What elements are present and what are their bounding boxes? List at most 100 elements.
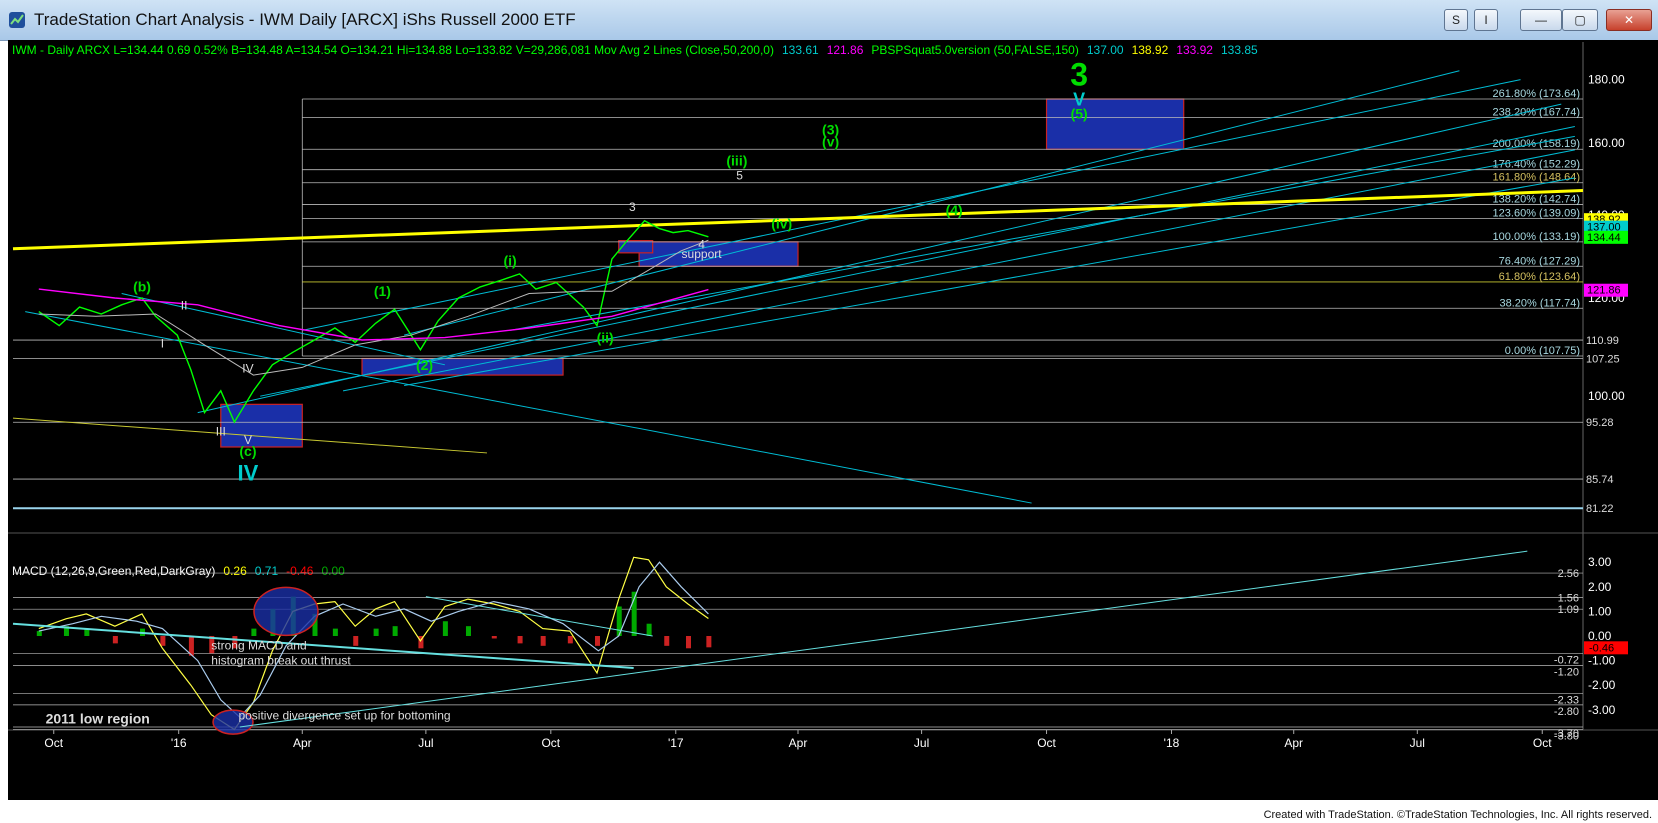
- header-legend-item-0: IWM - Daily ARCX L=134.44 0.69 0.52% B=1…: [12, 43, 774, 57]
- header-legend-item-3: PBSPSquat5.0version (50,FALSE,150): [871, 43, 1078, 57]
- macd-histogram-bar-24[interactable]: [594, 636, 600, 646]
- macd-histogram-bar-3[interactable]: [112, 636, 118, 644]
- price-marker-label-2: 134.44: [1587, 232, 1621, 244]
- close-button[interactable]: ✕: [1606, 9, 1652, 31]
- macd-histogram-bar-19[interactable]: [465, 626, 471, 636]
- style-menu-button[interactable]: S: [1444, 9, 1468, 31]
- wave-label-22: (2): [416, 357, 433, 373]
- price-y-tick-4: 180.00: [1588, 73, 1625, 87]
- zone-wave-3-zone: [618, 239, 654, 254]
- macd-y-tick-0: 3.00: [1588, 555, 1612, 569]
- macd-histogram-bar-20[interactable]: [491, 636, 497, 639]
- x-tick-label-7: Jul: [914, 736, 929, 750]
- macd-breakout-circle: [253, 586, 319, 637]
- macd-long-uptrend-line: [239, 550, 1528, 728]
- zone-wave-5-target: [1045, 98, 1185, 150]
- macd-legend-item-0: MACD (12,26,9,Green,Red,DarkGray): [12, 564, 215, 578]
- macd-histogram-bar-0[interactable]: [36, 631, 42, 636]
- macd-y-tick-4: -1.00: [1588, 654, 1616, 668]
- fib-level-label-2: 200.00% (158.19): [1493, 138, 1580, 150]
- macd-histogram-bar-15[interactable]: [373, 628, 379, 636]
- static-level-label-2: 95.28: [1586, 417, 1614, 429]
- x-tick-label-1: '16: [171, 736, 187, 750]
- price-marker-label-3: 121.86: [1587, 285, 1621, 297]
- minimize-button[interactable]: —: [1520, 9, 1562, 31]
- macd-annotation-3: positive divergence set up for bottoming: [238, 709, 450, 723]
- chart-area[interactable]: IWM - Daily ARCX L=134.44 0.69 0.52% B=1…: [8, 40, 1658, 800]
- long-trendline: [12, 189, 1584, 251]
- macd-annotation-0: strong MACD and: [211, 639, 306, 653]
- fib-level-label-5: 138.20% (142.74): [1493, 194, 1580, 206]
- price-y-tick-0: 100.00: [1588, 389, 1625, 403]
- macd-histogram-bar-22[interactable]: [540, 636, 546, 646]
- channel-line-6: [509, 135, 1575, 331]
- macd-histogram-bar-18[interactable]: [442, 621, 448, 636]
- wave-label-12: (i): [503, 252, 516, 268]
- macd-histogram-bar-5[interactable]: [160, 636, 166, 646]
- maximize-button[interactable]: ▢: [1562, 9, 1598, 31]
- wave-label-15: II: [181, 298, 188, 312]
- x-tick-label-12: Oct: [1533, 736, 1552, 750]
- macd-level-label-1: 1.56: [1558, 593, 1579, 605]
- zone-wave-2-zone: [361, 357, 564, 376]
- wave-label-14: (b): [133, 278, 151, 294]
- wave-label-18: III: [216, 424, 226, 438]
- macd-y-tick-3: 0.00: [1588, 629, 1612, 643]
- x-tick-label-0: Oct: [44, 736, 63, 750]
- macd-histogram-bar-27[interactable]: [646, 623, 652, 636]
- wave-label-16: I: [161, 336, 164, 350]
- macd-histogram-bar-13[interactable]: [332, 628, 338, 636]
- macd-level-label-2: 1.09: [1558, 604, 1579, 616]
- fib-level-label-7: 100.00% (133.19): [1493, 231, 1580, 243]
- wave-label-5: (iii): [726, 152, 747, 168]
- macd-annotation-1: histogram break out thrust: [211, 653, 351, 667]
- wave-label-6: 5: [736, 169, 743, 183]
- x-tick-label-8: Oct: [1037, 736, 1056, 750]
- zone-wave-iv-low-zone: [220, 403, 303, 448]
- x-tick-label-4: Oct: [541, 736, 560, 750]
- header-legend-item-1: 133.61: [782, 43, 819, 57]
- macd-histogram-bar-14[interactable]: [353, 636, 359, 646]
- channel-line-4: [342, 149, 1575, 392]
- macd-y-tick-2: 1.00: [1588, 604, 1612, 618]
- macd-histogram-bar-30[interactable]: [706, 636, 712, 648]
- macd-histogram-bar-9[interactable]: [251, 628, 257, 636]
- wave-label-2: (5): [1071, 105, 1088, 121]
- macd-level-label-0: 2.56: [1558, 568, 1579, 580]
- channel-line-2: [197, 103, 1562, 414]
- macd-current-marker-label: -0.46: [1589, 642, 1614, 654]
- iwm-daily-chart[interactable]: IWM - Daily ARCX L=134.44 0.69 0.52% B=1…: [8, 40, 1658, 800]
- fib-level-label-11: 0.00% (107.75): [1505, 345, 1580, 357]
- macd-annotation-2: 2011 low region: [46, 710, 150, 726]
- wave-label-7: 3: [629, 200, 636, 214]
- wave-label-4: (v): [822, 133, 839, 149]
- macd-histogram-bar-16[interactable]: [392, 626, 398, 636]
- x-tick-label-9: '18: [1164, 736, 1180, 750]
- header-legend-item-6: 133.92: [1176, 43, 1213, 57]
- macd-series-signal[interactable]: [38, 561, 709, 719]
- fib-level-label-6: 123.60% (139.09): [1493, 208, 1580, 220]
- macd-histogram-bar-28[interactable]: [664, 636, 670, 646]
- macd-legend-item-1: 0.26: [223, 564, 247, 578]
- macd-legend-item-2: 0.71: [255, 564, 279, 578]
- fib-level-label-4: 161.80% (148.64): [1493, 172, 1580, 184]
- price-series-iwm[interactable]: [38, 219, 709, 424]
- macd-level-label-8: -3.80: [1554, 730, 1579, 742]
- x-tick-label-6: Apr: [789, 736, 808, 750]
- macd-level-label-6: -2.80: [1554, 706, 1579, 718]
- x-tick-label-2: Apr: [293, 736, 312, 750]
- price-series-ma50[interactable]: [38, 239, 709, 376]
- fib-level-label-9: 61.80% (123.64): [1499, 271, 1580, 283]
- macd-legend-item-3: -0.46: [286, 564, 314, 578]
- fib-level-label-3: 176.40% (152.29): [1493, 159, 1580, 171]
- macd-histogram-bar-23[interactable]: [567, 636, 573, 644]
- macd-y-tick-1: 2.00: [1588, 580, 1612, 594]
- static-level-label-1: 107.25: [1586, 354, 1620, 366]
- macd-histogram-bar-21[interactable]: [517, 636, 523, 644]
- macd-histogram-bar-29[interactable]: [685, 636, 691, 649]
- macd-y-tick-6: -3.00: [1588, 703, 1616, 717]
- wave-label-23: (ii): [597, 329, 614, 345]
- footer-credit: Created with TradeStation. ©TradeStation…: [1263, 809, 1652, 821]
- price-y-tick-3: 160.00: [1588, 136, 1625, 150]
- indicator-menu-button[interactable]: I: [1474, 9, 1498, 31]
